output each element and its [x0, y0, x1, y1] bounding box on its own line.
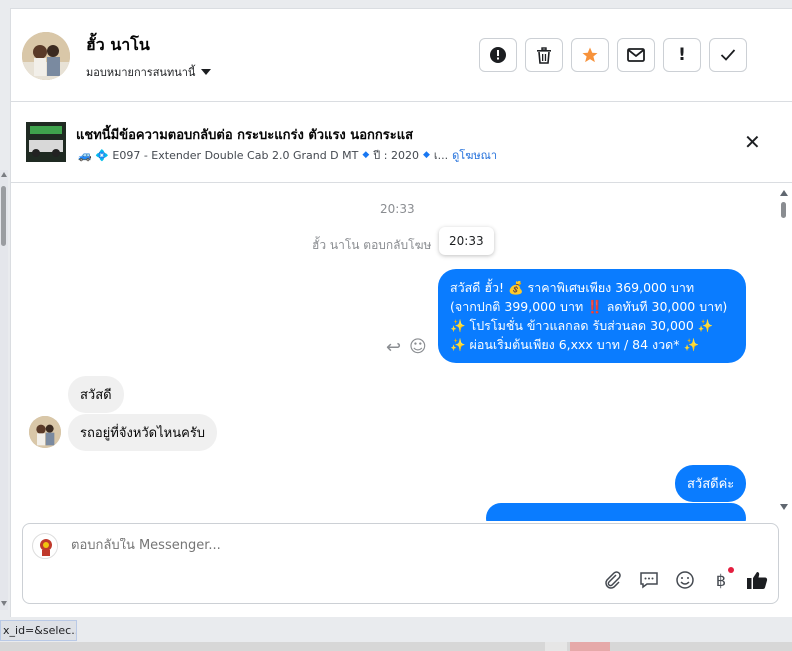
- separator-dot-icon: ◆: [422, 150, 430, 160]
- ad-context-banner: แชทนี้มีข้อความตอบกลับต่อ กระบะแกร่ง ตัว…: [10, 102, 792, 183]
- page-avatar: [32, 533, 58, 559]
- message-thread[interactable]: 20:33 ฮั้ว นาโน ตอบกลับโฆษ 20:33 สวัสดี …: [10, 183, 780, 521]
- reply-input[interactable]: [71, 538, 671, 553]
- outgoing-message[interactable]: สวัสดี ฮั้ว! 💰 ราคาพิเศษเพียง 369,000 บา…: [438, 269, 746, 363]
- scroll-up-arrow-icon[interactable]: [780, 190, 788, 196]
- ad-more: เ...: [433, 149, 449, 162]
- delete-button[interactable]: [525, 38, 563, 72]
- assign-label: มอบหมายการสนทนานี้: [86, 66, 196, 79]
- reply-icon[interactable]: ↩: [386, 337, 401, 358]
- header-actions: !: [479, 38, 747, 72]
- star-icon: [582, 47, 598, 63]
- scroll-up-arrow-icon[interactable]: [1, 172, 7, 177]
- chat-scrollbar[interactable]: [779, 190, 789, 510]
- separator-dot-icon: ◆: [362, 150, 370, 160]
- outgoing-message-partial[interactable]: [486, 503, 746, 521]
- mail-icon: [627, 48, 645, 62]
- incoming-message[interactable]: สวัสดี: [68, 376, 124, 413]
- reply-composer: ฿: [22, 523, 779, 604]
- left-scrollbar[interactable]: [0, 170, 8, 610]
- baht-icon[interactable]: ฿: [709, 567, 734, 592]
- caret-down-icon: [201, 69, 212, 75]
- scroll-thumb[interactable]: [781, 202, 786, 218]
- ad-year: ปี : 2020: [373, 149, 419, 162]
- ad-thumbnail[interactable]: [26, 122, 66, 162]
- close-icon[interactable]: ✕: [744, 130, 761, 154]
- like-icon[interactable]: [745, 568, 769, 592]
- alert-circle-icon: [490, 47, 506, 63]
- star-button[interactable]: [571, 38, 609, 72]
- attach-icon[interactable]: [601, 568, 625, 592]
- timestamp: 20:33: [380, 202, 415, 216]
- report-button[interactable]: [479, 38, 517, 72]
- message-line: ✨ ผ่อนเริ่มต้นเพียง 6,xxx บาท / 84 งวด* …: [450, 337, 700, 352]
- notification-dot: [728, 567, 734, 573]
- react-emoji-icon[interactable]: ☺: [409, 337, 427, 357]
- outgoing-message[interactable]: สวัสดีค่ะ: [675, 465, 747, 502]
- url-status-bar: x_id=&selec...: [0, 620, 77, 641]
- timestamp-tooltip: 20:33: [439, 227, 494, 255]
- view-ad-link[interactable]: ดูโฆษณา: [452, 146, 497, 164]
- contact-name: ฮั้ว นาโน: [86, 35, 150, 54]
- ad-details: 🚙 💠 E097 - Extender Double Cab 2.0 Grand…: [78, 146, 497, 164]
- check-icon: [720, 49, 736, 61]
- contact-avatar-small: [29, 416, 61, 448]
- mail-button[interactable]: [617, 38, 655, 72]
- taskbar-item[interactable]: [570, 642, 610, 651]
- composer-toolbar: ฿: [601, 567, 769, 592]
- conversation-header: ฮั้ว นาโน มอบหมายการสนทนานี้ !: [10, 8, 792, 102]
- scroll-down-arrow-icon[interactable]: [1, 601, 7, 606]
- scroll-thumb[interactable]: [1, 186, 6, 246]
- saved-reply-icon[interactable]: [637, 568, 661, 592]
- message-line: (จากปกติ 399,000 บาท ‼️ ลดทันที 30,000 บ…: [450, 299, 728, 314]
- emoji-icon[interactable]: [673, 568, 697, 592]
- message-line: สวัสดี ฮั้ว! 💰 ราคาพิเศษเพียง 369,000 บา…: [450, 280, 695, 295]
- scroll-down-arrow-icon[interactable]: [780, 504, 788, 510]
- assign-conversation-dropdown[interactable]: มอบหมายการสนทนานี้: [86, 63, 212, 81]
- taskbar-strip: [0, 642, 792, 651]
- mark-important-button[interactable]: !: [663, 38, 701, 72]
- exclamation-icon: !: [678, 45, 686, 65]
- trash-icon: [537, 46, 551, 64]
- contact-avatar[interactable]: [22, 32, 70, 80]
- taskbar-item[interactable]: [545, 642, 567, 651]
- ad-reply-notice: ฮั้ว นาโน ตอบกลับโฆษ: [312, 238, 432, 252]
- mark-done-button[interactable]: [709, 38, 747, 72]
- incoming-message[interactable]: รถอยู่ที่จังหวัดไหนครับ: [68, 414, 218, 451]
- ad-detail-text: 🚙 💠 E097 - Extender Double Cab 2.0 Grand…: [78, 148, 359, 162]
- message-line: ✨ โปรโมชั่น ข้าวแลกลด รับส่วนลด 30,000 ✨: [450, 318, 714, 333]
- ad-title: แชทนี้มีข้อความตอบกลับต่อ กระบะแกร่ง ตัว…: [76, 128, 414, 143]
